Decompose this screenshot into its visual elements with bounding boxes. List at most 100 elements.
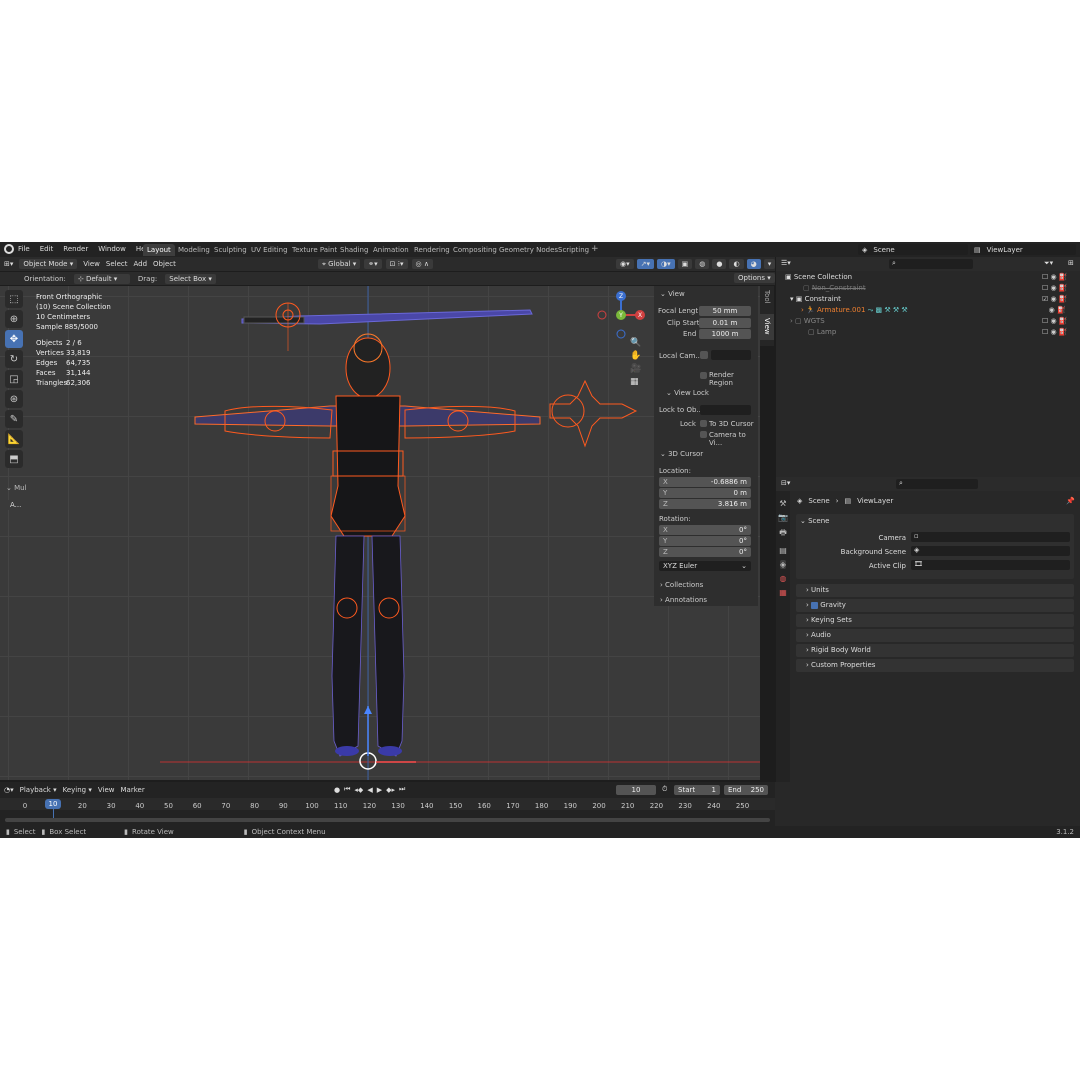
timeline-view-menu[interactable]: View xyxy=(98,786,115,794)
filter-icon[interactable]: ⏷▾ xyxy=(1044,259,1053,268)
visibility-toggles-row[interactable]: ☐ ◉ ⛽ xyxy=(1042,316,1068,327)
add-workspace-icon[interactable]: + xyxy=(591,244,599,254)
focal-length-field[interactable]: 50 mm xyxy=(699,306,751,316)
properties-search-input[interactable]: ⌕ xyxy=(896,479,978,489)
scale-tool-icon[interactable]: ◲ xyxy=(5,370,23,388)
stopwatch-icon[interactable]: ⏱ xyxy=(662,785,667,794)
navigation-gizmo[interactable]: Z X Y xyxy=(596,290,646,340)
tab-scripting[interactable]: Scripting xyxy=(554,244,593,256)
visibility-toggles-row[interactable]: ☑ ◉ ⛽ xyxy=(1042,294,1068,305)
outliner-item-constraint[interactable]: ▾ ▣ Constraint xyxy=(790,294,841,305)
menu-file[interactable]: File xyxy=(18,245,30,253)
tab-shading[interactable]: Shading xyxy=(336,244,372,256)
tab-texture-paint[interactable]: Texture Paint xyxy=(288,244,341,256)
scene-tab-icon[interactable]: ◈ xyxy=(779,560,787,569)
view-lock-header[interactable]: ⌄ View Lock xyxy=(666,389,709,397)
xray-icon[interactable]: ▣ xyxy=(677,259,693,269)
select-box-tool-icon[interactable]: ⬚ xyxy=(5,290,23,308)
play-icon[interactable]: ▶ xyxy=(377,786,382,794)
snap-icon[interactable]: ⊡ ⁝▾ xyxy=(385,259,408,269)
rotation-x-field[interactable]: X 0° xyxy=(659,525,751,535)
playback-menu[interactable]: Playback ▾ xyxy=(20,786,57,794)
visibility-toggles-row[interactable]: ☐ ◉ ⛽ xyxy=(1042,272,1068,283)
ortho-grid-icon[interactable]: ▦ xyxy=(630,377,641,387)
tab-compositing[interactable]: Compositing xyxy=(449,244,501,256)
annotations-section[interactable]: › Annotations xyxy=(660,596,707,604)
clip-start-field[interactable]: 0.01 m xyxy=(699,318,751,328)
outliner-search-input[interactable]: ⌕ xyxy=(889,259,973,269)
sidebar-tab-view[interactable]: View xyxy=(763,318,771,335)
outliner-item-armature[interactable]: › 🏃 Armature.001 ⤳ ▩ ⚒ ⚒ ⚒ xyxy=(801,305,908,316)
start-frame-field[interactable]: Start 1 xyxy=(674,785,720,795)
local-camera-checkbox[interactable] xyxy=(700,351,708,359)
render-region-checkbox[interactable] xyxy=(700,372,707,379)
properties-editor-icon[interactable]: ⊟▾ xyxy=(781,479,790,487)
shading-wireframe-icon[interactable]: ◍ xyxy=(695,259,710,269)
blender-logo-icon[interactable] xyxy=(4,244,14,254)
outliner-item-non-constraint[interactable]: ▢ Non_Constraint xyxy=(803,283,866,294)
gravity-panel[interactable]: › Gravity xyxy=(796,599,1074,612)
outliner-editor-icon[interactable]: ☰▾ xyxy=(781,259,791,267)
timeline-editor-icon[interactable]: ◔▾ xyxy=(4,786,14,794)
shading-material-icon[interactable]: ◐ xyxy=(729,259,744,269)
visibility-toggles-row[interactable]: ◉ ⛽ xyxy=(1042,305,1068,316)
keying-menu[interactable]: Keying ▾ xyxy=(63,786,92,794)
outliner-root[interactable]: ▣ Scene Collection xyxy=(785,272,852,283)
camera-to-view-checkbox[interactable] xyxy=(700,431,707,438)
header-view-menu[interactable]: View xyxy=(83,260,100,268)
active-clip-field[interactable]: 🎞 xyxy=(911,560,1070,570)
jump-end-icon[interactable]: ⏭ xyxy=(399,785,405,794)
rotation-y-field[interactable]: Y 0° xyxy=(659,536,751,546)
move-tool-icon[interactable]: ✥ xyxy=(5,330,23,348)
menu-edit[interactable]: Edit xyxy=(40,245,54,253)
tab-geometry-nodes[interactable]: Geometry Nodes xyxy=(495,244,562,256)
shading-rendered-icon[interactable]: ◕ xyxy=(746,259,761,269)
annotate-tool-icon[interactable]: ✎ xyxy=(5,410,23,428)
jump-start-icon[interactable]: ⏮ xyxy=(344,785,350,794)
tab-uv-editing[interactable]: UV Editing xyxy=(247,244,292,256)
tool-panel-button[interactable]: A... xyxy=(6,500,26,510)
custom-properties-panel[interactable]: › Custom Properties xyxy=(796,659,1074,672)
rigid-body-world-panel[interactable]: › Rigid Body World xyxy=(796,644,1074,657)
scene-panel-header[interactable]: ⌄ Scene xyxy=(800,517,829,525)
visibility-icon[interactable]: ◉▾ xyxy=(616,259,634,269)
menu-render[interactable]: Render xyxy=(63,245,88,253)
lock-cursor-checkbox[interactable] xyxy=(700,420,707,427)
zoom-icon[interactable]: 🔍 xyxy=(630,338,641,348)
output-tab-icon[interactable]: 🖶 xyxy=(779,527,787,541)
keying-sets-panel[interactable]: › Keying Sets xyxy=(796,614,1074,627)
gravity-checkbox[interactable] xyxy=(811,601,819,609)
3d-viewport[interactable]: Front Orthographic (10) Scene Collection… xyxy=(0,286,760,780)
outliner-item-lamp[interactable]: ▢ Lamp xyxy=(808,327,836,338)
render-tab-icon[interactable]: 📷 xyxy=(778,513,788,522)
new-collection-icon[interactable]: ⊞ xyxy=(1068,259,1074,267)
world-tab-icon[interactable]: ◍ xyxy=(780,574,787,583)
editor-type-icon[interactable]: ⊞▾ xyxy=(4,260,13,268)
lock-object-field[interactable] xyxy=(700,405,751,415)
background-scene-field[interactable]: ◈ xyxy=(911,546,1070,556)
shading-options-icon[interactable]: ▾ xyxy=(763,259,776,269)
tab-sculpting[interactable]: Sculpting xyxy=(210,244,251,256)
mode-dropdown[interactable]: Object Mode ▾ xyxy=(19,259,78,269)
menu-window[interactable]: Window xyxy=(98,245,126,253)
rotation-z-field[interactable]: Z 0° xyxy=(659,547,751,557)
cursor-x-field[interactable]: X -0.6886 m xyxy=(659,477,751,487)
visibility-toggles-row[interactable]: ☐ ◉ ⛽ xyxy=(1042,283,1068,294)
pivot-icon[interactable]: ⚭▾ xyxy=(364,259,382,269)
camera-field[interactable]: ▫ xyxy=(911,532,1070,542)
rotation-mode-dropdown[interactable]: XYZ Euler ⌄ xyxy=(659,561,751,571)
local-camera-field[interactable] xyxy=(711,350,751,360)
texture-tab-icon[interactable]: ▦ xyxy=(779,588,787,597)
shading-solid-icon[interactable]: ● xyxy=(712,259,727,269)
header-add-menu[interactable]: Add xyxy=(133,260,147,268)
scene-selector[interactable]: ◈ Scene xyxy=(858,244,968,255)
camera-view-icon[interactable]: 🎥 xyxy=(630,364,641,374)
current-frame-field[interactable]: 10 xyxy=(616,785,656,795)
play-reverse-icon[interactable]: ◀ xyxy=(367,786,372,794)
audio-panel[interactable]: › Audio xyxy=(796,629,1074,642)
visibility-toggles-row[interactable]: ☐ ◉ ⛽ xyxy=(1042,327,1068,338)
tab-rendering[interactable]: Rendering xyxy=(410,244,454,256)
sidebar-tab-tool[interactable]: Tool xyxy=(763,290,771,304)
timeline-scrollbar[interactable] xyxy=(5,818,770,822)
cursor-z-field[interactable]: Z 3.816 m xyxy=(659,499,751,509)
